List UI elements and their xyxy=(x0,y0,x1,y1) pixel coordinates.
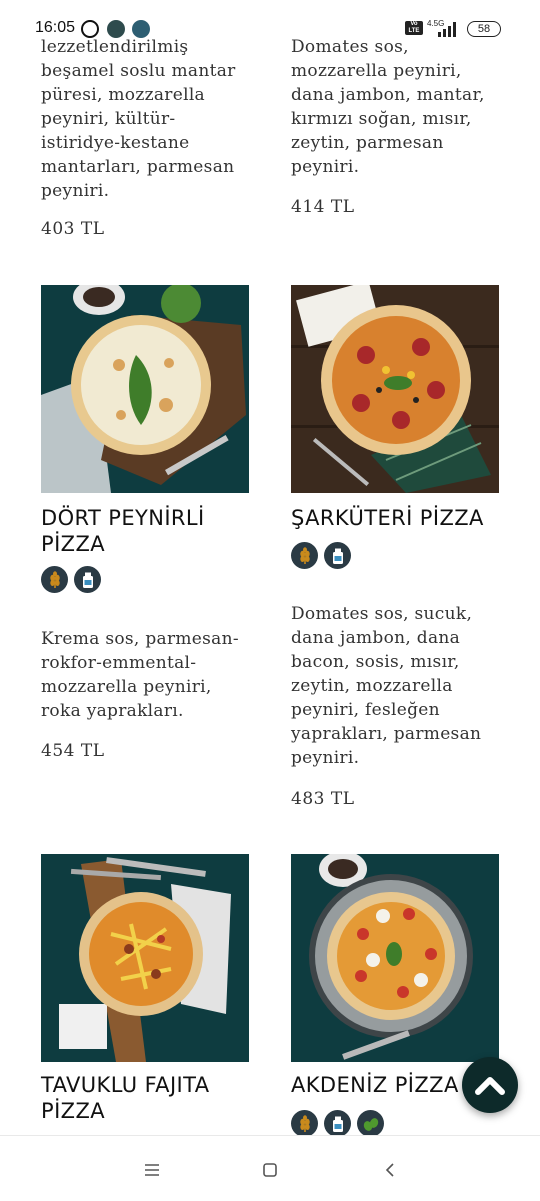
menu-icon[interactable] xyxy=(140,1158,164,1182)
navigation-bar xyxy=(0,1135,540,1201)
menu-item-price: 483 TL xyxy=(291,789,355,809)
menu-item-price: 414 TL xyxy=(291,197,355,217)
wheat-icon xyxy=(291,1110,318,1137)
menu-item-description: Krema sos, parmesan- rokfor-emmental- mo… xyxy=(41,629,239,721)
olive-icon xyxy=(357,1110,384,1137)
back-icon[interactable] xyxy=(378,1158,402,1182)
milk-icon xyxy=(324,1110,351,1137)
scroll-to-top-button[interactable] xyxy=(462,1057,518,1113)
allergen-badges xyxy=(291,1110,384,1137)
alarm-icon xyxy=(81,20,99,38)
milk-icon xyxy=(324,542,351,569)
home-icon[interactable] xyxy=(258,1158,282,1182)
menu-item-name: DÖRT PEYNİRLİ PİZZA xyxy=(41,506,205,556)
pizza-photo[interactable] xyxy=(41,285,249,493)
menu-item-name: TAVUKLU FAJITA PİZZA xyxy=(41,1073,210,1123)
battery-level: 58 xyxy=(467,21,501,37)
pizza-photo[interactable] xyxy=(291,854,499,1062)
menu-item-name: ŞARKÜTERİ PİZZA xyxy=(291,506,484,530)
milk-icon xyxy=(74,566,101,593)
menu-item-price: 454 TL xyxy=(41,741,105,761)
status-bar: 16:05 Vo LTE 4.5G 58 xyxy=(0,0,540,58)
signal-icon xyxy=(438,22,456,37)
app-notification-icon xyxy=(107,20,125,38)
allergen-badges xyxy=(291,542,351,569)
chevron-up-icon xyxy=(475,1077,505,1095)
menu-item-price: 403 TL xyxy=(41,219,105,239)
pizza-photo[interactable] xyxy=(291,285,499,493)
wheat-icon xyxy=(291,542,318,569)
status-time: 16:05 xyxy=(35,19,76,36)
allergen-badges xyxy=(41,566,101,593)
volte-icon: Vo LTE xyxy=(405,21,423,35)
menu-item-name: AKDENİZ PİZZA xyxy=(291,1073,459,1097)
wheat-icon xyxy=(41,566,68,593)
menu-item-description: Domates sos, sucuk, dana jambon, dana ba… xyxy=(291,604,482,768)
menu-item-description: lezzetlendirilmiş beşamel soslu mantar p… xyxy=(41,37,236,201)
pizza-photo[interactable] xyxy=(41,854,249,1062)
app-notification-icon xyxy=(132,20,150,38)
